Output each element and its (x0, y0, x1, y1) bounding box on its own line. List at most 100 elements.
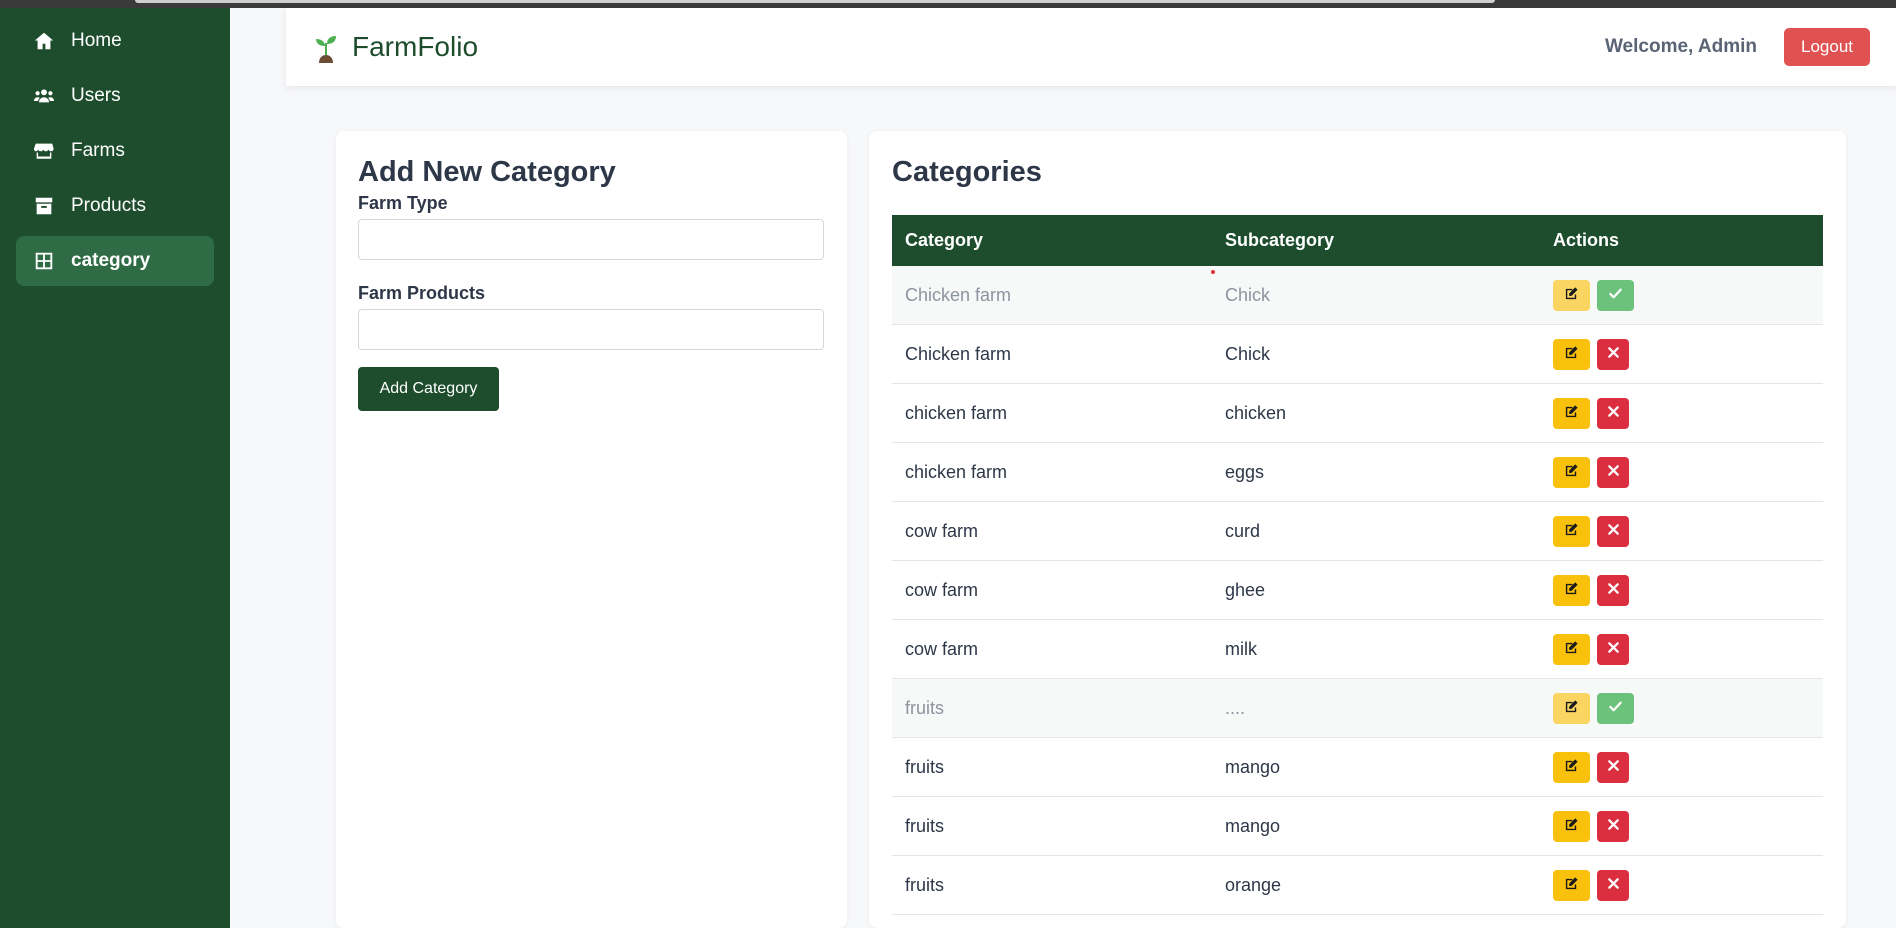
users-icon (33, 85, 55, 107)
table-row: chicken farm eggs (892, 443, 1823, 502)
sidebar-item-label: Products (71, 195, 146, 216)
category-cell: chicken farm (905, 402, 1008, 423)
edit-icon (1564, 816, 1579, 837)
actions-cell (1540, 856, 1823, 915)
form-title: Add New Category (358, 156, 616, 188)
farm-type-input[interactable] (358, 218, 824, 260)
sidebar-item-users[interactable]: Users (16, 71, 214, 121)
actions-cell (1540, 502, 1823, 561)
subcategory-cell: curd (1225, 520, 1261, 541)
subcategory-cell: orange (1225, 874, 1282, 895)
delete-button[interactable] (1597, 456, 1629, 488)
edit-button[interactable] (1553, 456, 1590, 488)
edit-icon (1564, 521, 1579, 542)
edit-icon (1564, 639, 1579, 660)
category-cell: Chicken farm (905, 284, 1012, 305)
delete-button[interactable] (1597, 574, 1629, 606)
delete-button[interactable] (1597, 751, 1629, 783)
edit-icon (1564, 344, 1579, 365)
close-icon (1606, 639, 1621, 660)
delete-button[interactable] (1597, 633, 1629, 665)
delete-button[interactable] (1597, 515, 1629, 547)
seedling-icon (316, 36, 336, 63)
actions-cell (1540, 561, 1823, 620)
table-row: fruits.... (892, 678, 1823, 738)
table-row: fruits orange (892, 856, 1823, 915)
edit-button[interactable] (1553, 279, 1590, 311)
edit-button[interactable] (1553, 397, 1590, 429)
sidebar-item-label: Home (71, 30, 122, 51)
table-row: Chicken farm Chick (892, 265, 1823, 325)
edit-icon (1564, 698, 1579, 719)
actions-cell (1540, 679, 1823, 738)
farm-type-label: Farm Type (358, 192, 448, 213)
sidebar-item-farms[interactable]: Farms (16, 126, 214, 176)
sidebar-item-home[interactable]: Home (16, 16, 214, 66)
subcategory-cell: milk (1225, 638, 1257, 659)
add-category-button[interactable]: Add Category (358, 366, 499, 411)
edit-button[interactable] (1553, 515, 1590, 547)
close-icon (1606, 580, 1621, 601)
table-row: cow farm ghee (892, 561, 1823, 620)
edit-button[interactable] (1553, 810, 1590, 842)
sidebar-item-label: Farms (71, 140, 125, 161)
actions-cell (1540, 443, 1823, 502)
actions-cell (1540, 325, 1823, 384)
approve-button[interactable] (1597, 692, 1634, 724)
categories-table: Category Subcategory Actions Chicken far… (892, 214, 1823, 916)
app-logo[interactable]: FarmFolio (312, 31, 478, 63)
add-category-card: Add New Category Farm Type Farm Products… (336, 131, 847, 928)
close-icon (1606, 403, 1621, 424)
subcategory-cell: mango (1225, 815, 1281, 836)
app-name: FarmFolio (352, 31, 479, 62)
edit-icon (1564, 403, 1579, 424)
edit-icon (1564, 757, 1579, 778)
close-icon (1606, 521, 1621, 542)
edit-icon (1564, 285, 1579, 306)
edit-button[interactable] (1553, 692, 1590, 724)
edit-button[interactable] (1553, 338, 1590, 370)
delete-button[interactable] (1597, 338, 1629, 370)
farm-products-input[interactable] (358, 308, 824, 350)
approve-button[interactable] (1597, 279, 1634, 311)
browser-tab-strip (135, 0, 1495, 3)
welcome-text: Welcome, Admin (1604, 36, 1757, 57)
close-icon (1606, 757, 1621, 778)
edit-button[interactable] (1553, 574, 1590, 606)
edit-button[interactable] (1553, 869, 1590, 901)
subcategory-cell: .... (1225, 697, 1246, 718)
category-cell: fruits (905, 756, 945, 777)
actions-cell (1540, 797, 1823, 856)
subcategory-cell: Chick (1225, 284, 1271, 305)
edit-button[interactable] (1553, 751, 1590, 783)
close-icon (1606, 875, 1621, 896)
delete-button[interactable] (1597, 869, 1629, 901)
close-icon (1606, 816, 1621, 837)
close-icon (1606, 344, 1621, 365)
actions-cell (1540, 266, 1823, 325)
sidebar-item-products[interactable]: Products (16, 181, 214, 231)
category-cell: cow farm (905, 579, 979, 600)
browser-top-edge (0, 0, 1896, 8)
table-header-row: Category Subcategory Actions (892, 214, 1823, 266)
grid-icon (33, 250, 55, 272)
close-icon (1606, 462, 1621, 483)
actions-cell (1540, 620, 1823, 679)
cursor-indicator (1211, 270, 1215, 274)
category-cell: chicken farm (905, 461, 1008, 482)
home-icon (33, 30, 55, 52)
sidebar-item-label: category (71, 250, 151, 271)
edit-icon (1564, 462, 1579, 483)
delete-button[interactable] (1597, 810, 1629, 842)
logout-button[interactable]: Logout (1784, 28, 1870, 66)
delete-button[interactable] (1597, 397, 1629, 429)
subcategory-cell: ghee (1225, 579, 1266, 600)
table-row: cow farm curd (892, 502, 1823, 561)
edit-icon (1564, 580, 1579, 601)
subcategory-cell: eggs (1225, 461, 1265, 482)
subcategory-cell: chicken (1225, 402, 1287, 423)
category-cell: cow farm (905, 520, 979, 541)
sidebar-item-category[interactable]: category (16, 236, 214, 286)
edit-button[interactable] (1553, 633, 1590, 665)
check-icon (1608, 698, 1623, 719)
